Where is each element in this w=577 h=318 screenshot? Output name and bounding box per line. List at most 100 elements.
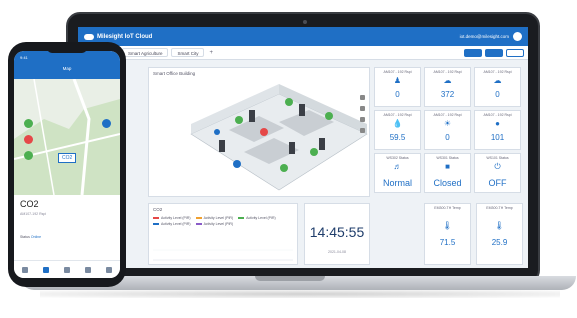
device-subtitle: AM107-192 Rspi: [20, 212, 47, 216]
widget-power-status[interactable]: WS101 Status ⏻ OFF: [474, 153, 521, 193]
clock-date: 2021-04-08: [328, 250, 346, 254]
map-marker-icon[interactable]: [24, 135, 33, 144]
laptop-notch: [255, 276, 325, 281]
widget-door-status[interactable]: WS301 Status ■ Closed: [424, 153, 471, 193]
legend-label: Activity Level (PIR): [203, 216, 234, 220]
co2-chart-panel[interactable]: CO2 Activity Level (PIR) Activity Level …: [148, 203, 298, 265]
account-email: iot.demo@milesight.com: [459, 34, 509, 39]
office-floor-illustration[interactable]: [189, 82, 369, 197]
legend-swatch: [153, 223, 159, 225]
thermometer-icon: 🌡: [494, 221, 505, 230]
widget-value: 59.5: [389, 133, 406, 142]
map-marker-icon[interactable]: [24, 119, 33, 128]
tab-smart-city[interactable]: Smart City: [171, 48, 205, 57]
map-marker-icon[interactable]: [24, 151, 33, 160]
widget-tvoc[interactable]: AM107 - 192 Rspi ☁ 0: [474, 67, 521, 107]
map-label[interactable]: CO2: [58, 153, 77, 163]
widget-value: OFF: [488, 178, 507, 188]
humidity-icon: 💧: [392, 119, 403, 128]
widget-co2[interactable]: AM107 - 192 Rspi ☁ 372: [424, 67, 471, 107]
temperature-widget-2[interactable]: EM300-TH Temp 🌡 25.9: [476, 203, 523, 265]
widget-title: AM107 - 192 Rspi: [383, 113, 412, 117]
zoom-in-icon[interactable]: [360, 95, 365, 100]
nav-device-icon[interactable]: [63, 266, 70, 273]
map-marker-icon[interactable]: [102, 119, 111, 128]
door-icon: ■: [445, 162, 450, 171]
widget-title: EM300-TH Temp: [486, 206, 513, 210]
legend-item[interactable]: Activity Level (PIR): [153, 222, 191, 226]
camera-icon: [303, 20, 307, 24]
legend-item[interactable]: Activity Level (PIR): [238, 216, 276, 220]
toolbar-button-1[interactable]: [464, 48, 482, 57]
nav-alarm-icon[interactable]: [85, 266, 92, 273]
legend-swatch: [153, 217, 159, 219]
toolbar-button-2[interactable]: [485, 48, 503, 57]
brand[interactable]: Milesight IoT Cloud: [84, 33, 153, 40]
co2-icon: ☁: [443, 76, 452, 85]
laptop-shadow: [40, 290, 560, 298]
avatar[interactable]: [513, 32, 522, 41]
phone-map[interactable]: CO2: [14, 78, 120, 196]
nav-home-icon[interactable]: [21, 266, 28, 273]
phone-bottom-nav: [14, 260, 120, 278]
widget-title: AM107 - 192 Rspi: [383, 70, 412, 74]
widget-value: Normal: [382, 178, 412, 188]
top-bar: Milesight IoT Cloud iot.demo@milesight.c…: [78, 27, 528, 46]
status-row: Status Online: [20, 235, 41, 239]
legend-item[interactable]: Activity Level (PIR): [195, 216, 234, 220]
widget-value: 101: [490, 133, 505, 142]
widget-sound-status[interactable]: WS302 Status ♬ Normal: [374, 153, 421, 193]
widget-value: 0: [495, 90, 500, 99]
widget-value: 0: [395, 90, 400, 99]
legend-swatch: [238, 217, 245, 219]
widget-title: EM300-TH Temp: [434, 206, 461, 210]
widget-value: 0: [445, 133, 450, 142]
cloud-logo-icon: [84, 33, 94, 40]
phone-status-time: 9:41: [20, 55, 28, 60]
widget-light[interactable]: AM107 - 192 Rspi ☀ 0: [424, 110, 471, 150]
dashboard-tabs: Smart Office Smart Agriculture Smart Cit…: [78, 46, 528, 60]
floor-tools: [360, 95, 365, 133]
widget-occupancy[interactable]: AM107 - 192 Rspi ♟ 0: [374, 67, 421, 107]
power-icon: ⏻: [494, 162, 501, 171]
fullscreen-icon[interactable]: [360, 128, 365, 133]
widget-title: AM107 - 192 Rspi: [483, 70, 512, 74]
legend-item[interactable]: Activity Level (PIR): [195, 222, 234, 226]
layers-icon[interactable]: [360, 117, 365, 122]
widget-pressure[interactable]: AM107 - 192 Rspi ● 101: [474, 110, 521, 150]
chart-plot: [153, 249, 293, 261]
widget-title: WS302 Status: [386, 156, 409, 160]
widget-grid: AM107 - 192 Rspi ♟ 0 AM107 - 192 Rspi ☁ …: [374, 67, 524, 193]
phone-title: Map: [62, 66, 72, 71]
sound-icon: ♬: [393, 162, 402, 171]
zoom-out-icon[interactable]: [360, 106, 365, 111]
nav-map-icon[interactable]: [42, 266, 49, 273]
tvoc-icon: ☁: [493, 76, 502, 85]
thermometer-icon: 🌡: [442, 221, 453, 230]
nav-profile-icon[interactable]: [106, 266, 113, 273]
chart-title: CO2: [153, 207, 163, 212]
phone-screen: 9:41 Map CO2 CO2 AM107-192 Rspi Status O…: [14, 51, 120, 278]
widget-value: 25.9: [491, 238, 508, 247]
account-menu[interactable]: iot.demo@milesight.com: [460, 32, 522, 41]
widget-value: Closed: [433, 178, 462, 188]
app-title: Milesight IoT Cloud: [97, 33, 153, 40]
legend-item[interactable]: Activity Level (PIR): [153, 216, 191, 220]
phone-header: 9:41 Map: [14, 51, 120, 79]
add-tab-button[interactable]: +: [209, 50, 213, 56]
device-name: CO2: [20, 199, 39, 209]
status-value: Online: [30, 235, 42, 239]
legend-swatch: [195, 217, 202, 219]
widget-title: AM107 - 192 Rspi: [433, 113, 462, 117]
temperature-widget-1[interactable]: EM300-TH Temp 🌡 71.5: [424, 203, 471, 265]
widget-humidity[interactable]: AM107 - 192 Rspi 💧 59.5: [374, 110, 421, 150]
legend-label: Activity Level (PIR): [203, 222, 234, 226]
status-label: Status: [20, 235, 30, 239]
legend-label: Activity Level (PIR): [161, 216, 191, 220]
person-icon: ♟: [393, 76, 402, 85]
toolbar-button-3[interactable]: [506, 48, 524, 57]
tab-smart-agriculture[interactable]: Smart Agriculture: [121, 48, 169, 57]
phone-device-card: CO2 AM107-192 Rspi Status Online: [14, 195, 120, 278]
dashboard-screen: Milesight IoT Cloud iot.demo@milesight.c…: [78, 27, 528, 268]
clock-widget[interactable]: 14:45:55 2021-04-08: [304, 203, 370, 265]
